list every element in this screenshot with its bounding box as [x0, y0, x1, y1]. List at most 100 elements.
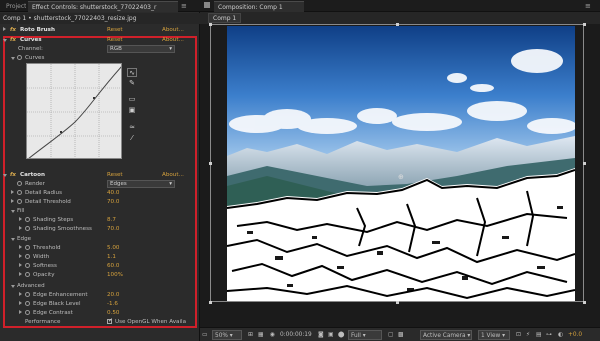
collapse-triangle-icon[interactable] — [11, 210, 15, 213]
expand-triangle-icon[interactable] — [19, 254, 22, 258]
stopwatch-icon[interactable] — [25, 217, 30, 222]
fx-icon[interactable]: fx — [10, 37, 16, 43]
comp-tab[interactable]: Comp 1 — [208, 13, 242, 23]
tab-effect-controls[interactable]: Effect Controls: shutterstock_77022403_r — [28, 1, 178, 12]
grid-icon[interactable]: ▦ — [258, 330, 263, 340]
stopwatch-icon[interactable] — [25, 292, 30, 297]
transparency-grid-icon[interactable]: ▩ — [398, 330, 403, 340]
about-link[interactable]: About... — [162, 27, 184, 33]
pencil-icon[interactable]: ✎ — [127, 79, 137, 88]
expand-triangle-icon[interactable] — [19, 217, 22, 221]
channel-dropdown[interactable]: RGB ▾ — [107, 45, 175, 53]
exposure-value[interactable]: +0.0 — [568, 330, 582, 340]
transform-handle[interactable] — [583, 162, 586, 165]
expand-triangle-icon[interactable] — [11, 199, 14, 203]
stopwatch-icon[interactable] — [17, 181, 22, 186]
save-icon[interactable]: ▣ — [127, 106, 137, 115]
reset-link[interactable]: Reset — [107, 172, 123, 178]
stopwatch-icon[interactable] — [17, 55, 22, 60]
expand-triangle-icon[interactable] — [19, 272, 22, 276]
collapse-triangle-icon[interactable] — [11, 238, 15, 241]
expand-triangle-icon[interactable] — [19, 310, 22, 314]
param-value[interactable]: 70.0 — [107, 226, 119, 232]
snapshot-icon[interactable]: ◙ — [318, 330, 324, 340]
collapse-triangle-icon[interactable] — [11, 285, 15, 288]
advanced-group[interactable]: Advanced — [0, 282, 190, 291]
views-dropdown[interactable]: 1 View ▾ — [478, 330, 510, 340]
transform-handle[interactable] — [583, 23, 586, 26]
collapse-triangle-icon[interactable] — [3, 39, 7, 42]
curve-tool-icon[interactable]: ∿ — [127, 68, 137, 77]
fill-group[interactable]: Fill — [0, 207, 190, 216]
param-value[interactable]: 100% — [107, 272, 123, 278]
reset-curve-icon[interactable]: ⁄ — [127, 134, 137, 143]
effect-cartoon[interactable]: fx Cartoon Reset About... — [0, 171, 190, 180]
camera-snapshot-icon[interactable]: ◉ — [270, 330, 275, 340]
param-value[interactable]: 1.1 — [107, 254, 116, 260]
panel-menu-icon[interactable]: ≡ — [181, 2, 187, 10]
stopwatch-icon[interactable] — [25, 263, 30, 268]
param-value[interactable]: 5.00 — [107, 245, 119, 251]
stopwatch-icon[interactable] — [17, 190, 22, 195]
transform-handle[interactable] — [396, 301, 399, 304]
stopwatch-icon[interactable] — [25, 226, 30, 231]
fx-icon[interactable]: fx — [10, 27, 16, 33]
collapse-triangle-icon[interactable] — [3, 174, 7, 177]
transform-handle[interactable] — [583, 301, 586, 304]
anchor-point-icon[interactable]: ⊕ — [398, 173, 404, 181]
param-value[interactable]: 8.7 — [107, 217, 116, 223]
stopwatch-icon[interactable] — [17, 199, 22, 204]
exposure-icon[interactable]: ◐ — [558, 330, 563, 340]
param-value[interactable]: 70.0 — [107, 199, 119, 205]
resolution-dropdown[interactable]: Full ▾ — [348, 330, 382, 340]
expand-triangle-icon[interactable] — [19, 301, 22, 305]
show-snapshot-icon[interactable]: ▣ — [328, 330, 333, 340]
expand-triangle-icon[interactable] — [11, 190, 14, 194]
open-folder-icon[interactable]: ▭ — [127, 95, 137, 104]
effect-curves[interactable]: fx Curves Reset About... — [0, 36, 190, 45]
lock-icon[interactable] — [204, 2, 210, 8]
tab-project[interactable]: Project — [2, 1, 26, 12]
param-value[interactable]: 0.50 — [107, 310, 119, 316]
reset-link[interactable]: Reset — [107, 37, 123, 43]
curves-graph[interactable] — [26, 63, 122, 159]
render-dropdown[interactable]: Edges ▾ — [107, 180, 175, 188]
expand-triangle-icon[interactable] — [19, 226, 22, 230]
transform-handle[interactable] — [209, 162, 212, 165]
about-link[interactable]: About... — [162, 37, 184, 43]
stopwatch-icon[interactable] — [25, 301, 30, 306]
channel-icon[interactable]: ⬤ — [338, 330, 345, 340]
tab-composition[interactable]: Composition: Comp 1 — [214, 1, 304, 12]
always-preview-icon[interactable]: ▭ — [202, 330, 207, 340]
fast-previews-icon[interactable]: ⚡ — [526, 330, 530, 340]
effect-roto-brush[interactable]: fx Roto Brush Reset About... — [0, 26, 190, 35]
transform-handle[interactable] — [209, 23, 212, 26]
camera-dropdown[interactable]: Active Camera ▾ — [420, 330, 472, 340]
toggle-pixel-aspect-icon[interactable]: ⊡ — [516, 330, 521, 340]
edge-group[interactable]: Edge — [0, 235, 190, 244]
reset-link[interactable]: Reset — [107, 27, 123, 33]
param-value[interactable]: 20.0 — [107, 292, 119, 298]
opengl-checkbox[interactable]: ✓ — [107, 318, 113, 324]
panel-menu-icon[interactable]: ≡ — [585, 2, 591, 10]
stopwatch-icon[interactable] — [25, 272, 30, 277]
smooth-icon[interactable]: ≈ — [127, 123, 137, 132]
param-value[interactable]: -1.6 — [107, 301, 118, 307]
timecode[interactable]: 0:00:00:19 — [280, 330, 312, 340]
expand-triangle-icon[interactable] — [19, 292, 22, 296]
param-value[interactable]: 60.0 — [107, 263, 119, 269]
stopwatch-icon[interactable] — [25, 310, 30, 315]
collapse-triangle-icon[interactable] — [11, 57, 15, 60]
roi-icon[interactable]: ▢ — [388, 330, 393, 340]
stopwatch-icon[interactable] — [25, 245, 30, 250]
region-icon[interactable]: ⊞ — [248, 330, 253, 340]
expand-triangle-icon[interactable] — [3, 27, 6, 31]
flowchart-icon[interactable]: ⊶ — [546, 330, 552, 340]
expand-triangle-icon[interactable] — [19, 263, 22, 267]
zoom-dropdown[interactable]: 50% ▾ — [212, 330, 242, 340]
expand-triangle-icon[interactable] — [19, 245, 22, 249]
transform-handle[interactable] — [209, 301, 212, 304]
stopwatch-icon[interactable] — [25, 254, 30, 259]
fx-icon[interactable]: fx — [10, 172, 16, 178]
about-link[interactable]: About... — [162, 172, 184, 178]
